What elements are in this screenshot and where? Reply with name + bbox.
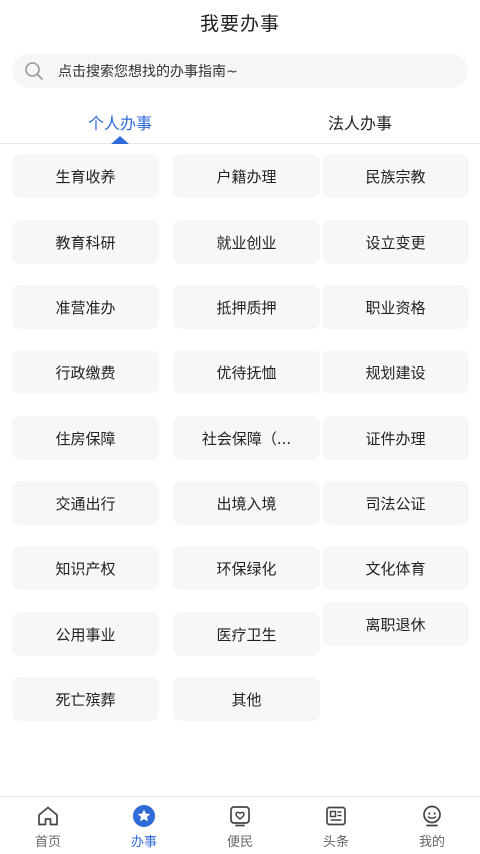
profile-icon (419, 803, 445, 829)
news-icon (323, 803, 349, 829)
service-item[interactable]: 住房保障 (12, 416, 159, 460)
nav-label: 头条 (322, 835, 349, 850)
nav-home[interactable]: 首页 (0, 797, 96, 854)
search-icon (24, 61, 44, 81)
page: 我要办事 点击搜索您想找的办事指南~ 个人办事 法人办事 生育收养 户籍办理 民… (0, 0, 480, 854)
service-item[interactable]: 出境入境 (173, 481, 320, 525)
star-badge-icon (131, 803, 157, 829)
service-item[interactable]: 优待抚恤 (173, 350, 320, 394)
bottom-nav: 首页 办事 便民 头条 我的 (0, 796, 480, 854)
service-item[interactable]: 生育收养 (12, 154, 159, 198)
service-item[interactable]: 知识产权 (12, 546, 159, 590)
service-item[interactable]: 证件办理 (322, 416, 469, 460)
tab-bar: 个人办事 法人办事 (0, 100, 480, 144)
service-item[interactable]: 社会保障（... (173, 416, 320, 460)
tab-legal-entity[interactable]: 法人办事 (240, 100, 480, 144)
service-item[interactable]: 其他 (173, 677, 320, 721)
service-item[interactable]: 规划建设 (322, 350, 469, 394)
service-item[interactable]: 交通出行 (12, 481, 159, 525)
service-item[interactable]: 环保绿化 (173, 546, 320, 590)
header: 我要办事 (0, 0, 480, 44)
home-icon (35, 803, 61, 829)
search-bar[interactable]: 点击搜索您想找的办事指南~ (12, 54, 468, 88)
service-item[interactable]: 司法公证 (322, 481, 469, 525)
service-item[interactable]: 户籍办理 (173, 154, 320, 198)
service-item[interactable]: 职业资格 (322, 285, 469, 329)
nav-label: 我的 (418, 835, 445, 850)
nav-label: 便民 (226, 835, 253, 850)
service-item[interactable]: 就业创业 (173, 220, 320, 264)
nav-mine[interactable]: 我的 (384, 797, 480, 854)
heart-card-icon (227, 803, 253, 829)
service-item[interactable]: 文化体育 (322, 546, 469, 590)
service-item[interactable]: 公用事业 (12, 612, 159, 656)
search-placeholder: 点击搜索您想找的办事指南~ (58, 64, 238, 80)
service-item[interactable]: 行政缴费 (12, 350, 159, 394)
service-item[interactable]: 抵押质押 (173, 285, 320, 329)
service-item[interactable]: 民族宗教 (322, 154, 469, 198)
nav-headlines[interactable]: 头条 (288, 797, 384, 854)
service-item[interactable]: 准营准办 (12, 285, 159, 329)
page-title: 我要办事 (199, 12, 280, 35)
service-item[interactable]: 医疗卫生 (173, 612, 320, 656)
active-tab-indicator (111, 136, 129, 144)
service-item[interactable]: 设立变更 (322, 220, 469, 264)
service-item[interactable]: 离职退休 (322, 602, 469, 646)
service-item[interactable]: 死亡殡葬 (12, 677, 159, 721)
nav-services[interactable]: 办事 (96, 797, 192, 854)
nav-convenience[interactable]: 便民 (192, 797, 288, 854)
service-item[interactable]: 教育科研 (12, 220, 159, 264)
nav-label: 首页 (34, 835, 61, 850)
nav-label: 办事 (130, 835, 157, 850)
